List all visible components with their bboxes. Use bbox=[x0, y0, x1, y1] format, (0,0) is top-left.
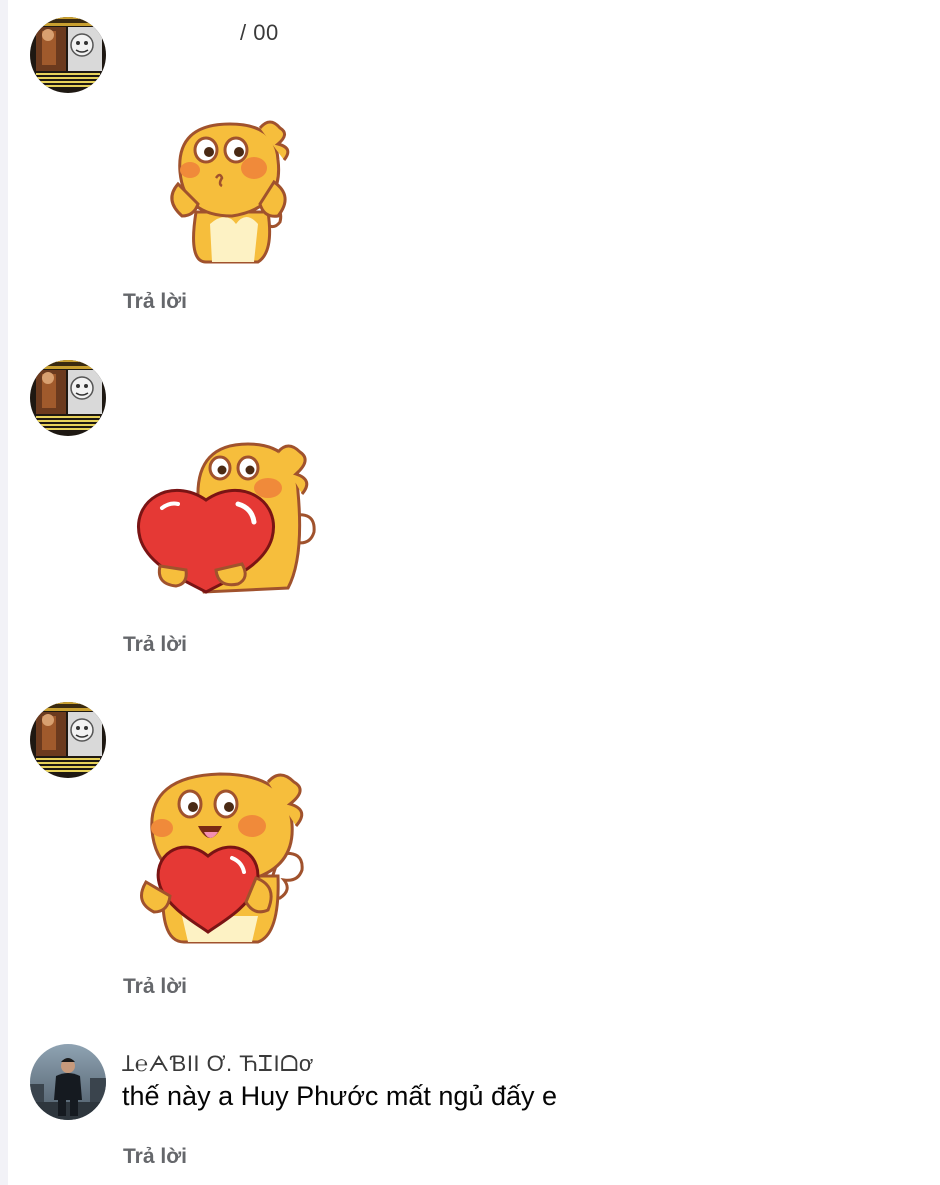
comment-text: thế này a Huy Phước mất ngủ đấy e bbox=[122, 1081, 558, 1111]
avatar[interactable] bbox=[30, 702, 106, 778]
left-edge-strip bbox=[0, 0, 8, 1185]
yellow-creature-hugging-big-heart-sticker bbox=[137, 442, 316, 594]
avatar[interactable] bbox=[30, 1044, 106, 1120]
yellow-creature-holding-heart-sticker bbox=[140, 772, 304, 944]
comment-author[interactable]: / 00 bbox=[240, 20, 279, 46]
comment-author[interactable]: Ʇ℮ᗅƁII Ơ. ЋᏆIᗝơ bbox=[122, 1048, 314, 1078]
reply-button[interactable]: Trả lời bbox=[123, 1145, 187, 1169]
yellow-creature-waving-sticker bbox=[170, 120, 290, 264]
avatar[interactable] bbox=[30, 360, 106, 436]
reply-button[interactable]: Trả lời bbox=[123, 290, 187, 314]
avatar[interactable] bbox=[30, 17, 106, 93]
reply-button[interactable]: Trả lời bbox=[123, 633, 187, 657]
reply-button[interactable]: Trả lời bbox=[123, 975, 187, 999]
